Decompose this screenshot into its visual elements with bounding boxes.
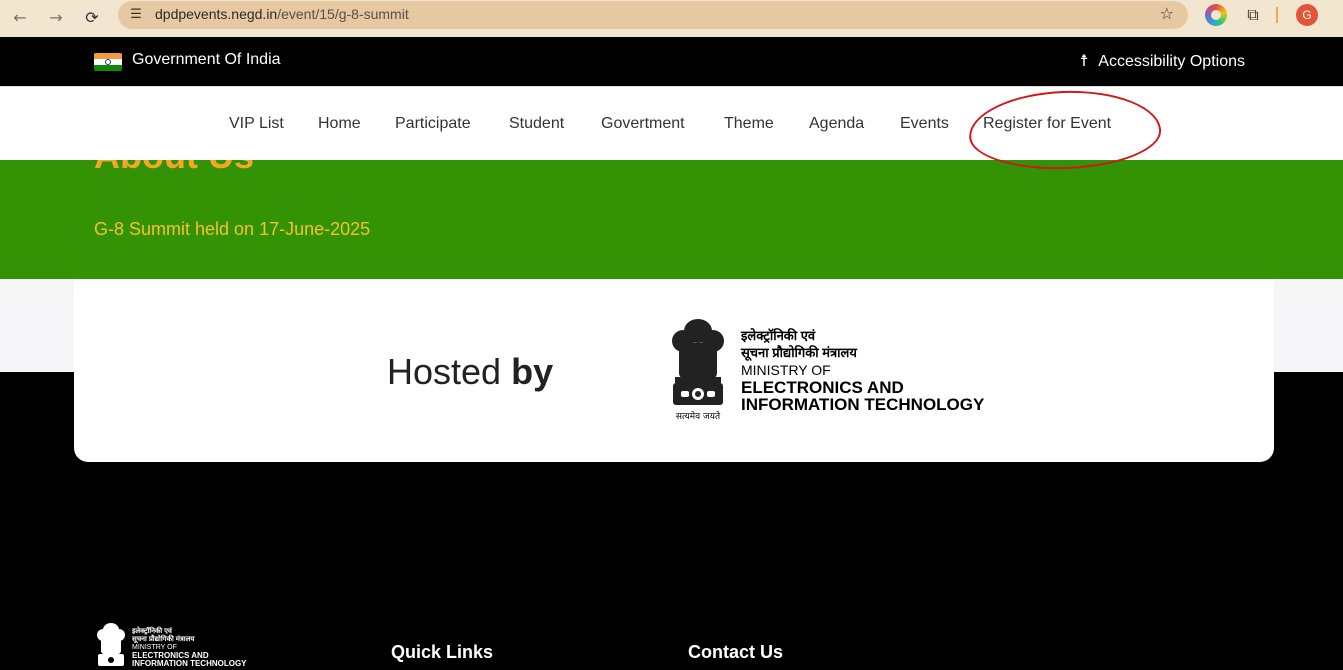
footer-ministry-logo[interactable]: इलेक्ट्रॉनिकी एवं सूचना प्रौद्योगिकी मंत… bbox=[94, 622, 266, 670]
nav-item-theme[interactable]: Theme bbox=[724, 115, 774, 133]
footer-ministry-hindi-1: इलेक्ट्रॉनिकी एवं bbox=[132, 628, 172, 635]
nav-item-home[interactable]: Home bbox=[318, 115, 361, 133]
extensions-puzzle-icon[interactable]: ⧉ bbox=[1242, 4, 1264, 26]
color-extension-icon[interactable] bbox=[1205, 4, 1227, 26]
ministry-line-2: ELECTRONICS AND bbox=[741, 378, 904, 397]
national-emblem-icon: सत्यमेव जयते bbox=[667, 317, 729, 423]
accessibility-person-icon: ☨ bbox=[1079, 51, 1089, 70]
ministry-logo-text: इलेक्ट्रॉनिकी एवं सूचना प्रौद्योगिकी मंत… bbox=[741, 327, 984, 413]
url-text[interactable]: dpdpevents.negd.in/event/15/g-8-summit bbox=[155, 6, 409, 22]
ministry-line-1: MINISTRY OF bbox=[741, 362, 831, 378]
footer-quick-links-heading: Quick Links bbox=[391, 642, 494, 662]
profile-avatar[interactable]: G bbox=[1296, 4, 1318, 26]
nav-item-government[interactable]: Govertment bbox=[601, 115, 685, 133]
main-navigation: VIP List Home Participate Student Govert… bbox=[0, 86, 1343, 161]
nav-item-register-for-event[interactable]: Register for Event bbox=[983, 115, 1111, 133]
ministry-hindi-line-2: सूचना प्रौद्योगिकी मंत्रालय bbox=[741, 345, 857, 360]
ministry-line-3: INFORMATION TECHNOLOGY bbox=[741, 395, 985, 414]
government-title[interactable]: Government Of India bbox=[132, 51, 281, 69]
back-arrow-icon[interactable]: ← bbox=[8, 6, 32, 30]
india-flag-icon bbox=[94, 53, 122, 71]
browser-toolbar: ← → ⟳ ☰ dpdpevents.negd.in/event/15/g-8-… bbox=[0, 0, 1343, 37]
hosted-by-text: Hosted by bbox=[387, 351, 554, 392]
footer-ministry-line-3: INFORMATION TECHNOLOGY bbox=[132, 659, 247, 668]
accessibility-options-button[interactable]: ☨ Accessibility Options bbox=[1080, 51, 1245, 71]
nav-item-events[interactable]: Events bbox=[900, 115, 949, 133]
hero-banner: About Us G-8 Summit held on 17-June-2025 bbox=[0, 160, 1343, 279]
hero-heading: About Us bbox=[94, 160, 254, 177]
forward-arrow-icon[interactable]: → bbox=[44, 6, 68, 30]
footer-contact-us-heading: Contact Us bbox=[688, 642, 784, 662]
hero-subtitle: G-8 Summit held on 17-June-2025 bbox=[94, 219, 371, 239]
emblem-motto: सत्यमेव जयते bbox=[676, 410, 721, 422]
toolbar-divider bbox=[1276, 7, 1278, 23]
bookmark-star-icon[interactable]: ☆ bbox=[1160, 4, 1174, 23]
site-settings-icon[interactable]: ☰ bbox=[128, 7, 144, 23]
footer-ministry-hindi-2: सूचना प्रौद्योगिकी मंत्रालय bbox=[132, 636, 195, 643]
accessibility-label: Accessibility Options bbox=[1098, 53, 1245, 70]
nav-item-agenda[interactable]: Agenda bbox=[809, 115, 864, 133]
government-bar: Government Of India ☨ Accessibility Optio… bbox=[0, 37, 1343, 86]
nav-item-student[interactable]: Student bbox=[509, 115, 564, 133]
reload-icon[interactable]: ⟳ bbox=[80, 6, 104, 30]
hosted-by-card: Hosted by सत्यमेव जयते इलेक्ट्रॉनिकी एवं… bbox=[74, 279, 1274, 462]
address-bar[interactable]: ☰ dpdpevents.negd.in/event/15/g-8-summit… bbox=[118, 1, 1188, 29]
nav-item-participate[interactable]: Participate bbox=[395, 115, 471, 133]
ministry-hindi-line-1: इलेक्ट्रॉनिकी एवं bbox=[741, 328, 816, 343]
nav-item-vip-list[interactable]: VIP List bbox=[229, 115, 284, 133]
